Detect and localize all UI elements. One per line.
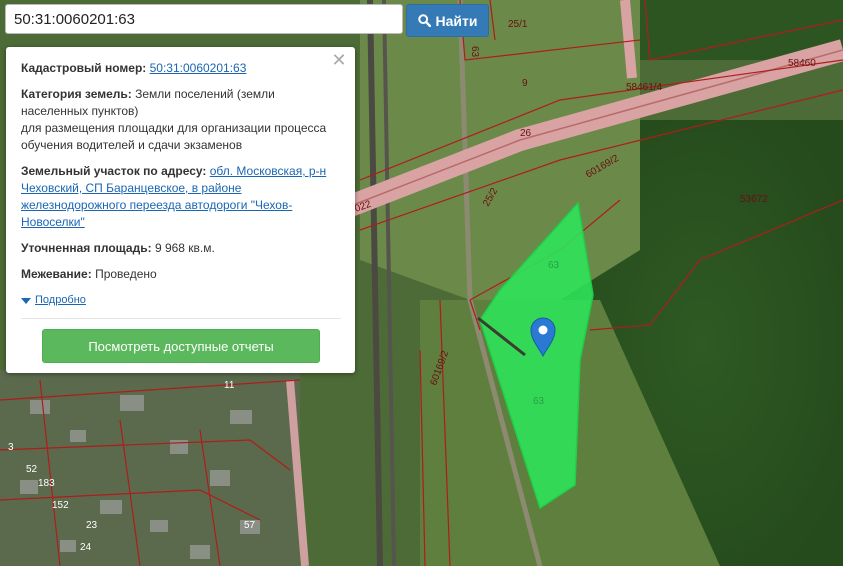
survey-value: Проведено xyxy=(95,267,157,281)
map-label: 63 xyxy=(533,396,545,407)
land-category-row: Категория земель: Земли поселений (земли… xyxy=(21,86,341,154)
map-label: 58460 xyxy=(788,58,816,69)
map-label: 53672 xyxy=(740,194,768,205)
map-label: 183 xyxy=(38,478,55,489)
land-category-label: Категория земель: xyxy=(21,87,132,101)
map-label: 63 xyxy=(469,46,480,58)
cadastral-number-link[interactable]: 50:31:0060201:63 xyxy=(150,61,247,75)
map-label: 152 xyxy=(52,500,69,511)
cadastral-number-label: Кадастровый номер: xyxy=(21,61,147,75)
map-label: 52 xyxy=(26,464,38,475)
map-label: 25/1 xyxy=(508,19,528,30)
view-reports-label: Посмотреть доступные отчеты xyxy=(88,338,274,354)
search-icon xyxy=(417,14,431,27)
close-icon[interactable]: ✕ xyxy=(331,51,347,69)
address-label: Земельный участок по адресу: xyxy=(21,164,207,178)
area-value: 9 968 кв.м. xyxy=(154,241,215,255)
side-road xyxy=(620,0,637,79)
map-label: 63 xyxy=(548,260,560,271)
area-row: Уточненная площадь: 9 968 кв.м. xyxy=(21,240,341,257)
search-input[interactable] xyxy=(5,4,403,34)
search-button[interactable]: Найти xyxy=(406,4,489,37)
town-area xyxy=(0,370,300,566)
survey-label: Межевание: xyxy=(21,267,92,281)
area-label: Уточненная площадь: xyxy=(21,241,152,255)
view-reports-button[interactable]: Посмотреть доступные отчеты xyxy=(42,329,320,363)
land-purpose: для размещения площадки для организации … xyxy=(21,121,327,152)
map-label: 24 xyxy=(80,542,92,553)
map-label: 9 xyxy=(522,78,528,89)
triangle-down-icon xyxy=(21,297,31,304)
map-label: 58461/4 xyxy=(626,82,663,93)
address-row: Земельный участок по адресу: обл. Москов… xyxy=(21,163,341,231)
parcel-info-popup: ✕ Кадастровый номер: 50:31:0060201:63 Ка… xyxy=(6,47,355,373)
map-label: 23 xyxy=(86,520,98,531)
map-label: 11 xyxy=(224,380,235,391)
map-label: 26 xyxy=(520,128,532,139)
map-label: 57 xyxy=(244,520,256,531)
map-label: 3 xyxy=(8,442,14,453)
cadastral-number-row: Кадастровый номер: 50:31:0060201:63 xyxy=(21,60,341,77)
search-button-label: Найти xyxy=(435,12,478,29)
survey-row: Межевание: Проведено xyxy=(21,266,341,283)
more-details-toggle[interactable]: Подробно xyxy=(21,292,341,309)
more-details-label: Подробно xyxy=(35,294,86,306)
divider xyxy=(21,318,341,319)
